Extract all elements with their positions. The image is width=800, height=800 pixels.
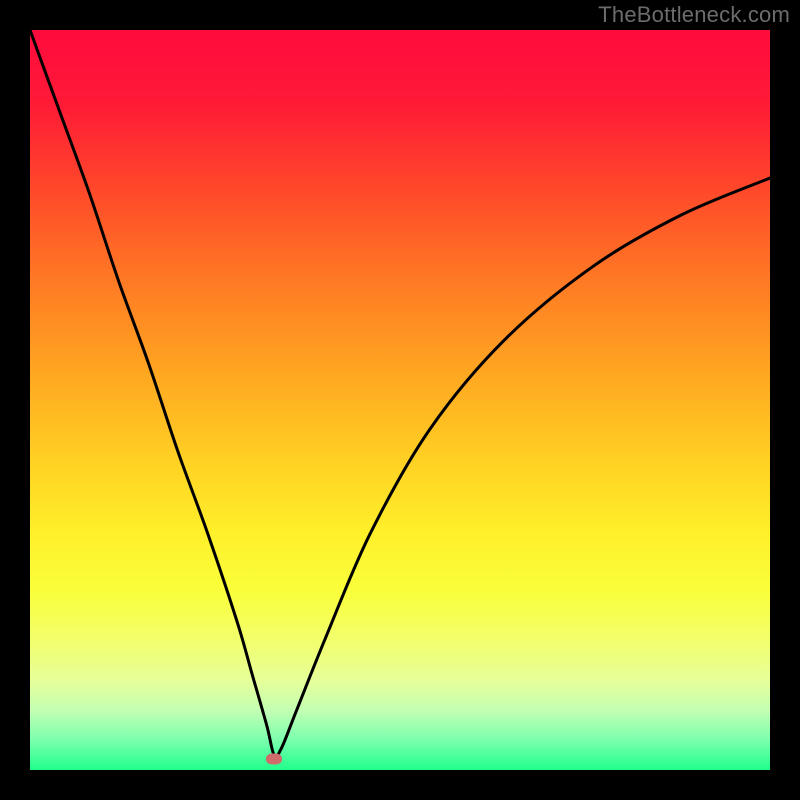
plot-area	[30, 30, 770, 770]
chart-frame: TheBottleneck.com	[0, 0, 800, 800]
bottleneck-curve	[30, 30, 770, 757]
curve-layer	[30, 30, 770, 770]
watermark-text: TheBottleneck.com	[598, 2, 790, 28]
minimum-marker	[266, 753, 282, 764]
